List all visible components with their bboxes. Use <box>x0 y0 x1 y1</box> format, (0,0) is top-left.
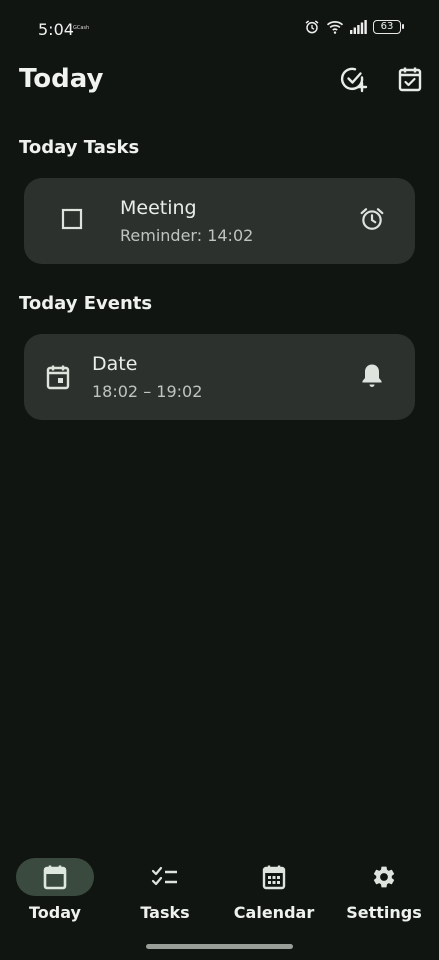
checklist-icon <box>150 862 180 892</box>
event-title: Date <box>92 353 138 375</box>
calendar-today-icon <box>40 862 70 892</box>
task-reminder: Reminder: 14:02 <box>120 226 254 245</box>
event-time-range: 18:02 – 19:02 <box>92 382 203 401</box>
status-bar: 5:04 GCash 63 <box>0 0 439 58</box>
nav-item-settings[interactable]: Settings <box>329 850 439 930</box>
task-alarm-button[interactable] <box>357 206 387 236</box>
calendar-check-button[interactable] <box>393 64 427 98</box>
task-checkbox[interactable] <box>57 206 87 236</box>
add-task-button[interactable] <box>337 64 371 98</box>
event-notify-button[interactable] <box>357 362 387 392</box>
event-card-date[interactable]: Date 18:02 – 19:02 <box>24 334 415 420</box>
alarm-icon <box>359 206 385 236</box>
page-title: Today <box>19 64 104 94</box>
nav-item-calendar[interactable]: Calendar <box>219 850 329 930</box>
check-circle-plus-icon <box>340 65 368 97</box>
nav-label-today: Today <box>29 903 81 922</box>
alarm-icon <box>304 19 320 35</box>
nav-label-tasks: Tasks <box>140 903 190 922</box>
battery-icon: 63 <box>373 20 404 34</box>
nav-item-tasks[interactable]: Tasks <box>110 850 220 930</box>
calendar-month-icon <box>259 862 289 892</box>
bell-icon <box>360 362 384 392</box>
calendar-event-icon <box>43 362 73 392</box>
status-icons: 63 <box>304 19 404 35</box>
calendar-check-icon <box>398 66 422 96</box>
signal-icon <box>350 20 367 34</box>
task-card-meeting[interactable]: Meeting Reminder: 14:02 <box>24 178 415 264</box>
nav-label-settings: Settings <box>346 903 422 922</box>
checkbox-icon <box>61 208 83 234</box>
nav-item-today[interactable]: Today <box>0 850 110 930</box>
events-section-title: Today Events <box>19 293 153 314</box>
status-carrier: GCash <box>73 25 90 31</box>
home-indicator[interactable] <box>146 944 293 949</box>
tasks-section-title: Today Tasks <box>19 137 140 158</box>
nav-label-calendar: Calendar <box>233 903 315 922</box>
gear-icon <box>369 862 399 892</box>
task-title: Meeting <box>120 197 197 219</box>
status-time: 5:04 <box>38 20 74 39</box>
wifi-icon <box>326 19 344 35</box>
app-header: Today <box>0 60 439 104</box>
